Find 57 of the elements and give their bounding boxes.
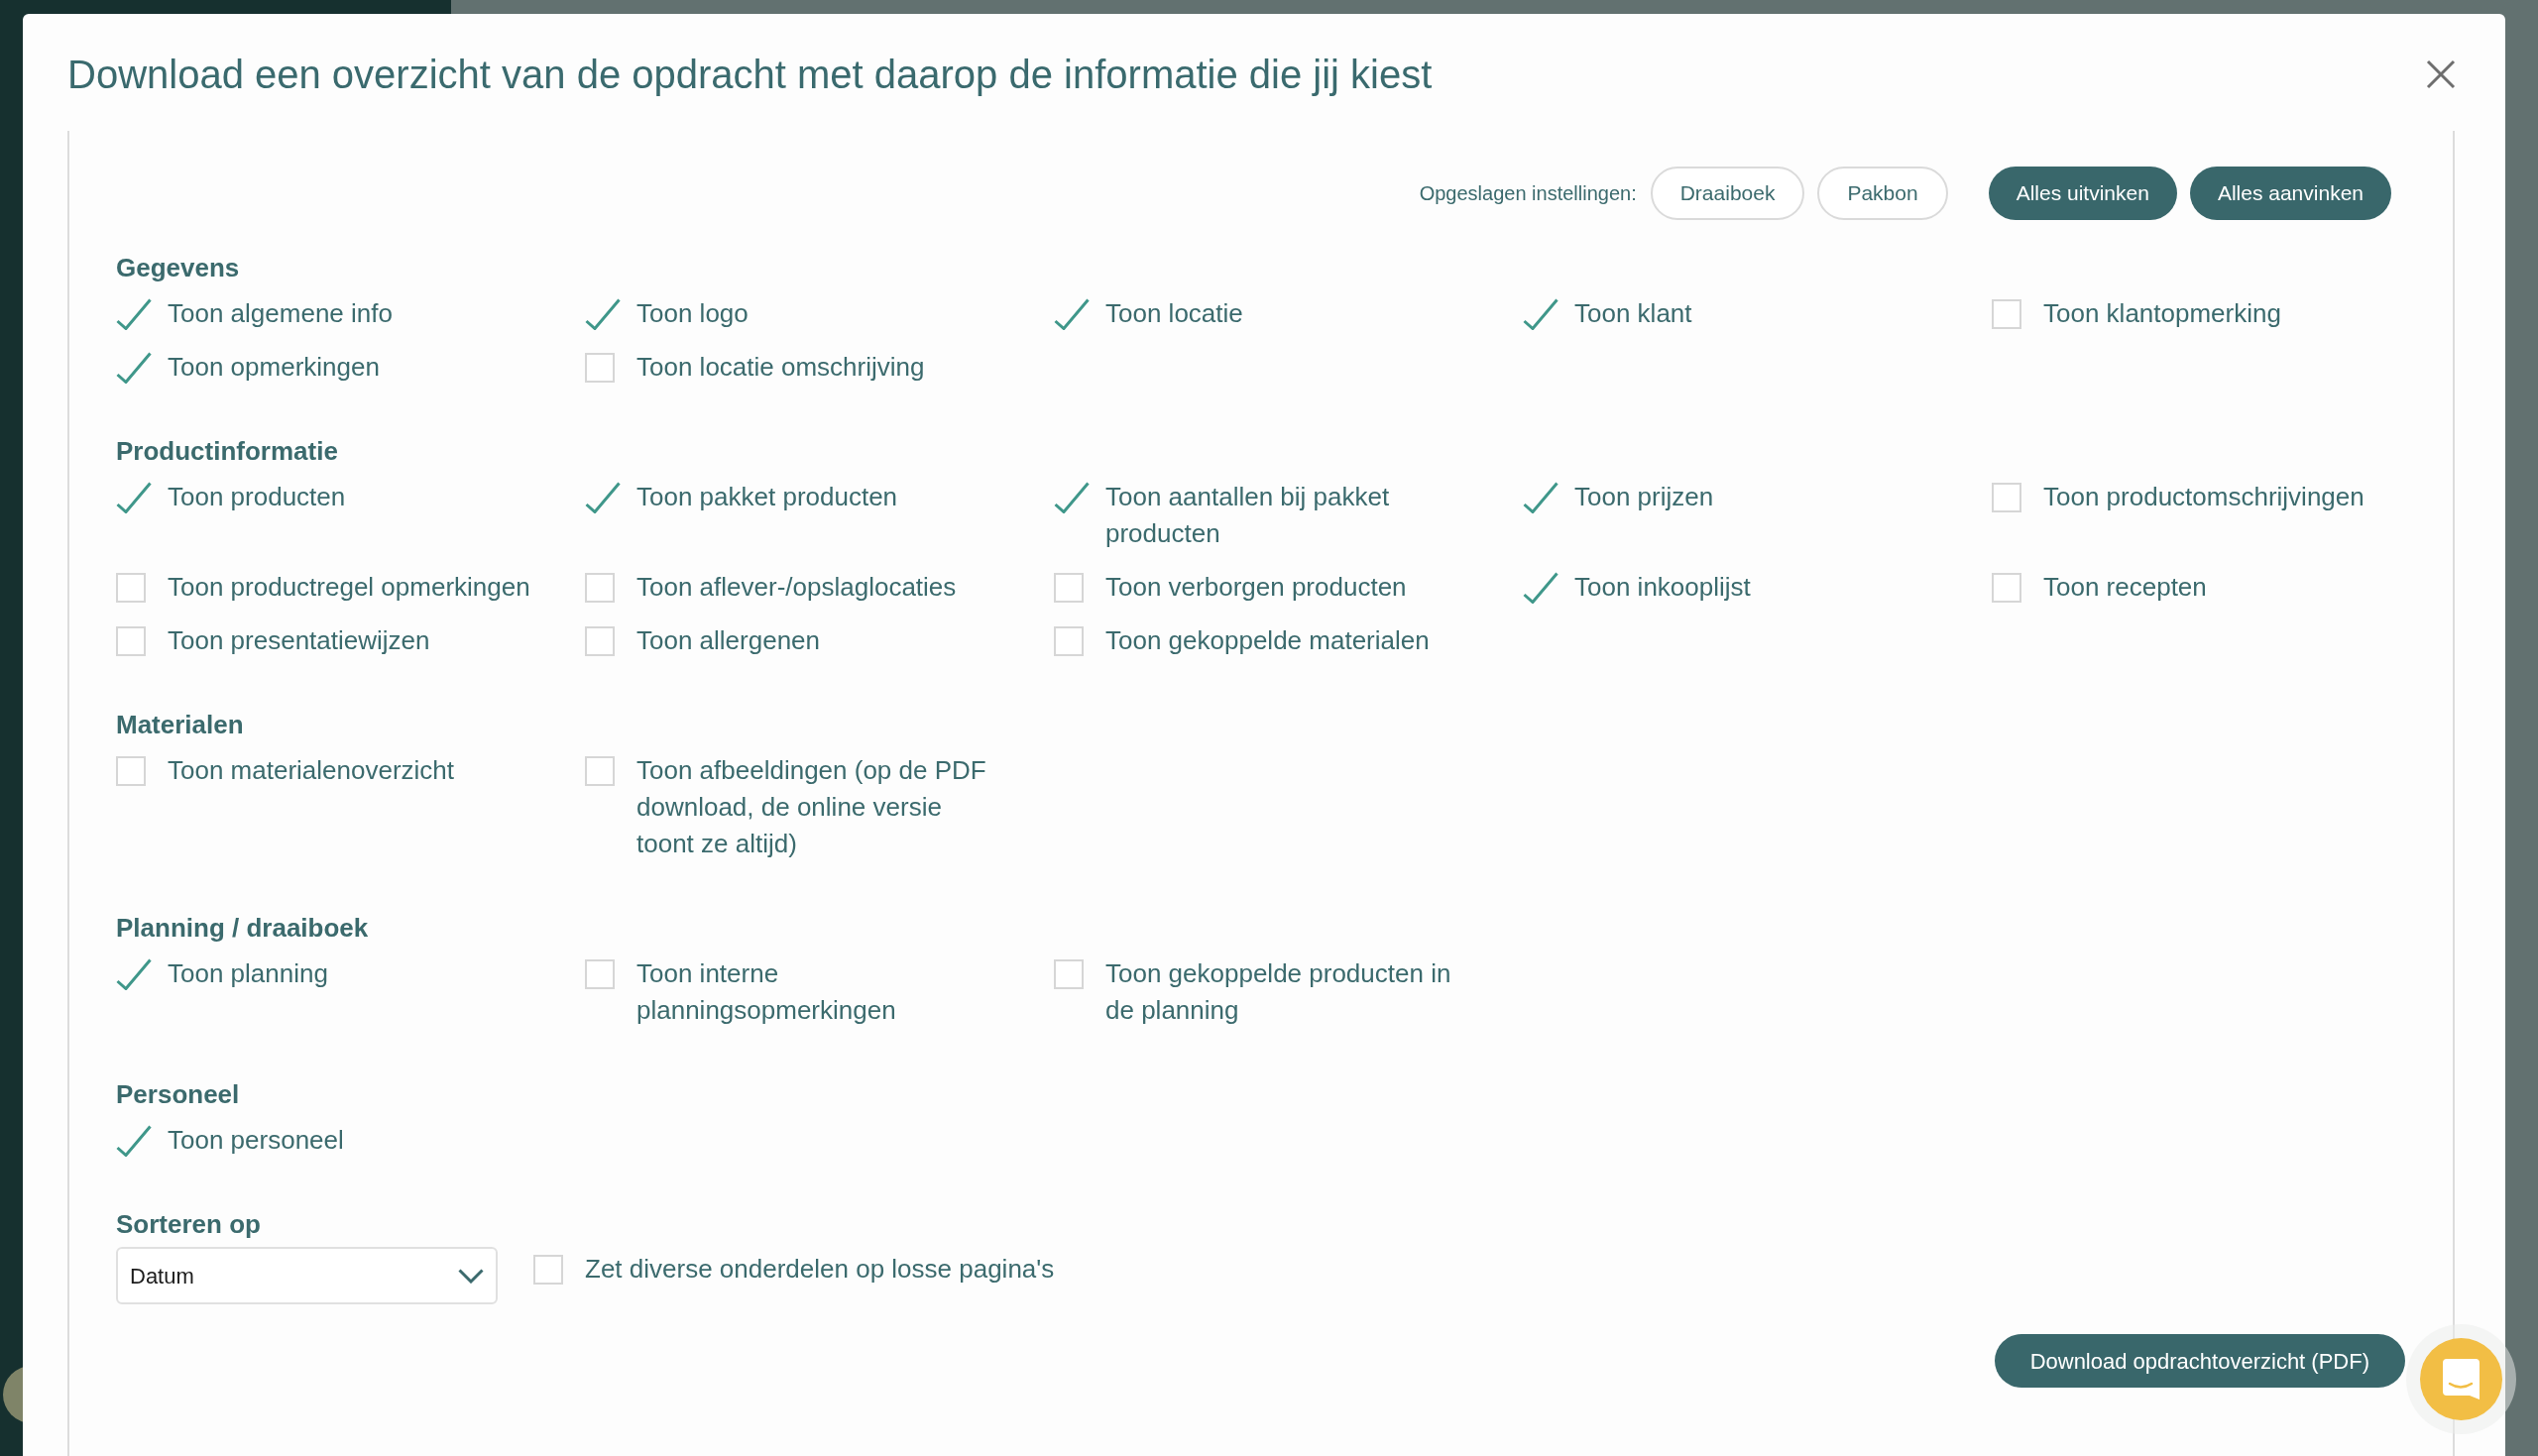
section-heading: Materialen [116, 709, 244, 741]
section-heading: Productinformatie [116, 435, 338, 468]
action-button[interactable]: Alles uitvinken [1988, 167, 2177, 220]
option-label: Toon productomschrijvingen [2043, 481, 2365, 513]
option-label: Toon allergenen [636, 624, 821, 657]
option-label: Toon presentatiewijzen [168, 624, 430, 657]
section-heading: Personeel [116, 1078, 240, 1111]
option-label: Toon planning [168, 957, 328, 990]
section-heading: Gegevens [116, 252, 240, 284]
checkbox[interactable] [1523, 297, 1558, 330]
option-label: Toon klantopmerking [2043, 297, 2281, 330]
option-label: Toon locatie [1105, 297, 1243, 330]
checkbox[interactable] [116, 957, 152, 990]
section-heading: Planning / draaiboek [116, 912, 369, 945]
option-label: Toon gekoppelde materialen [1105, 624, 1430, 657]
option-label: Toon interne planningsopmerkingen [636, 957, 897, 1027]
download-button[interactable]: Download opdrachtoverzicht (PDF) [1994, 1334, 2405, 1388]
chevron-down-icon [458, 1268, 484, 1284]
option-label: Toon verborgen producten [1105, 571, 1407, 604]
option-label: Toon recepten [2043, 571, 2207, 604]
checkbox[interactable] [585, 297, 621, 330]
option-label: Toon algemene info [168, 297, 393, 330]
sort-select[interactable]: Datum [116, 1247, 498, 1304]
saved-settings-label: Opgeslagen instellingen: [1419, 181, 1637, 206]
checkbox[interactable] [116, 351, 152, 384]
option-label: Toon locatie omschrijving [636, 351, 925, 384]
option-label: Toon klant [1574, 297, 1692, 330]
option-label: Zet diverse onderdelen op losse pagina's [585, 1253, 1055, 1286]
option-label: Toon materialenoverzicht [168, 754, 455, 787]
checkbox[interactable] [1523, 481, 1558, 513]
chat-bubble-icon [2443, 1359, 2480, 1400]
option-label: Toon aflever-/opslaglocaties [636, 571, 957, 604]
option-label: Toon afbeeldingen (op de PDF download, de online versie toont ze altijd) [636, 754, 987, 860]
checkbox[interactable] [1054, 481, 1090, 513]
dialog-title: Download een overzicht van de opdracht met daarop de informatie die jij kiest [67, 52, 1433, 97]
close-icon [2426, 59, 2456, 89]
option-label: Toon logo [636, 297, 749, 330]
checkbox[interactable] [585, 481, 621, 513]
action-button[interactable]: Alles aanvinken [2189, 167, 2391, 220]
option-label: Toon gekoppelde producten in de planning [1105, 957, 1452, 1027]
option-label: Toon productregel opmerkingen [168, 571, 530, 604]
option-label: Toon prijzen [1574, 481, 1714, 513]
option-label: Toon aantallen bij pakket producten [1105, 481, 1391, 550]
checkbox[interactable] [116, 297, 152, 330]
section-heading: Sorteren op [116, 1208, 261, 1241]
preset-button[interactable]: Pakbon [1817, 167, 1948, 220]
option-label: Toon producten [168, 481, 346, 513]
close-button[interactable] [2424, 57, 2458, 91]
checkbox[interactable] [116, 1124, 152, 1157]
option-label: Toon personeel [168, 1124, 344, 1157]
option-label: Toon inkooplijst [1574, 571, 1751, 604]
checkbox[interactable] [1054, 297, 1090, 330]
checkbox[interactable] [1523, 571, 1558, 604]
preset-button[interactable]: Draaiboek [1650, 167, 1805, 220]
option-label: Toon pakket producten [636, 481, 898, 513]
checkbox[interactable] [116, 481, 152, 513]
option-label: Toon opmerkingen [168, 351, 380, 384]
